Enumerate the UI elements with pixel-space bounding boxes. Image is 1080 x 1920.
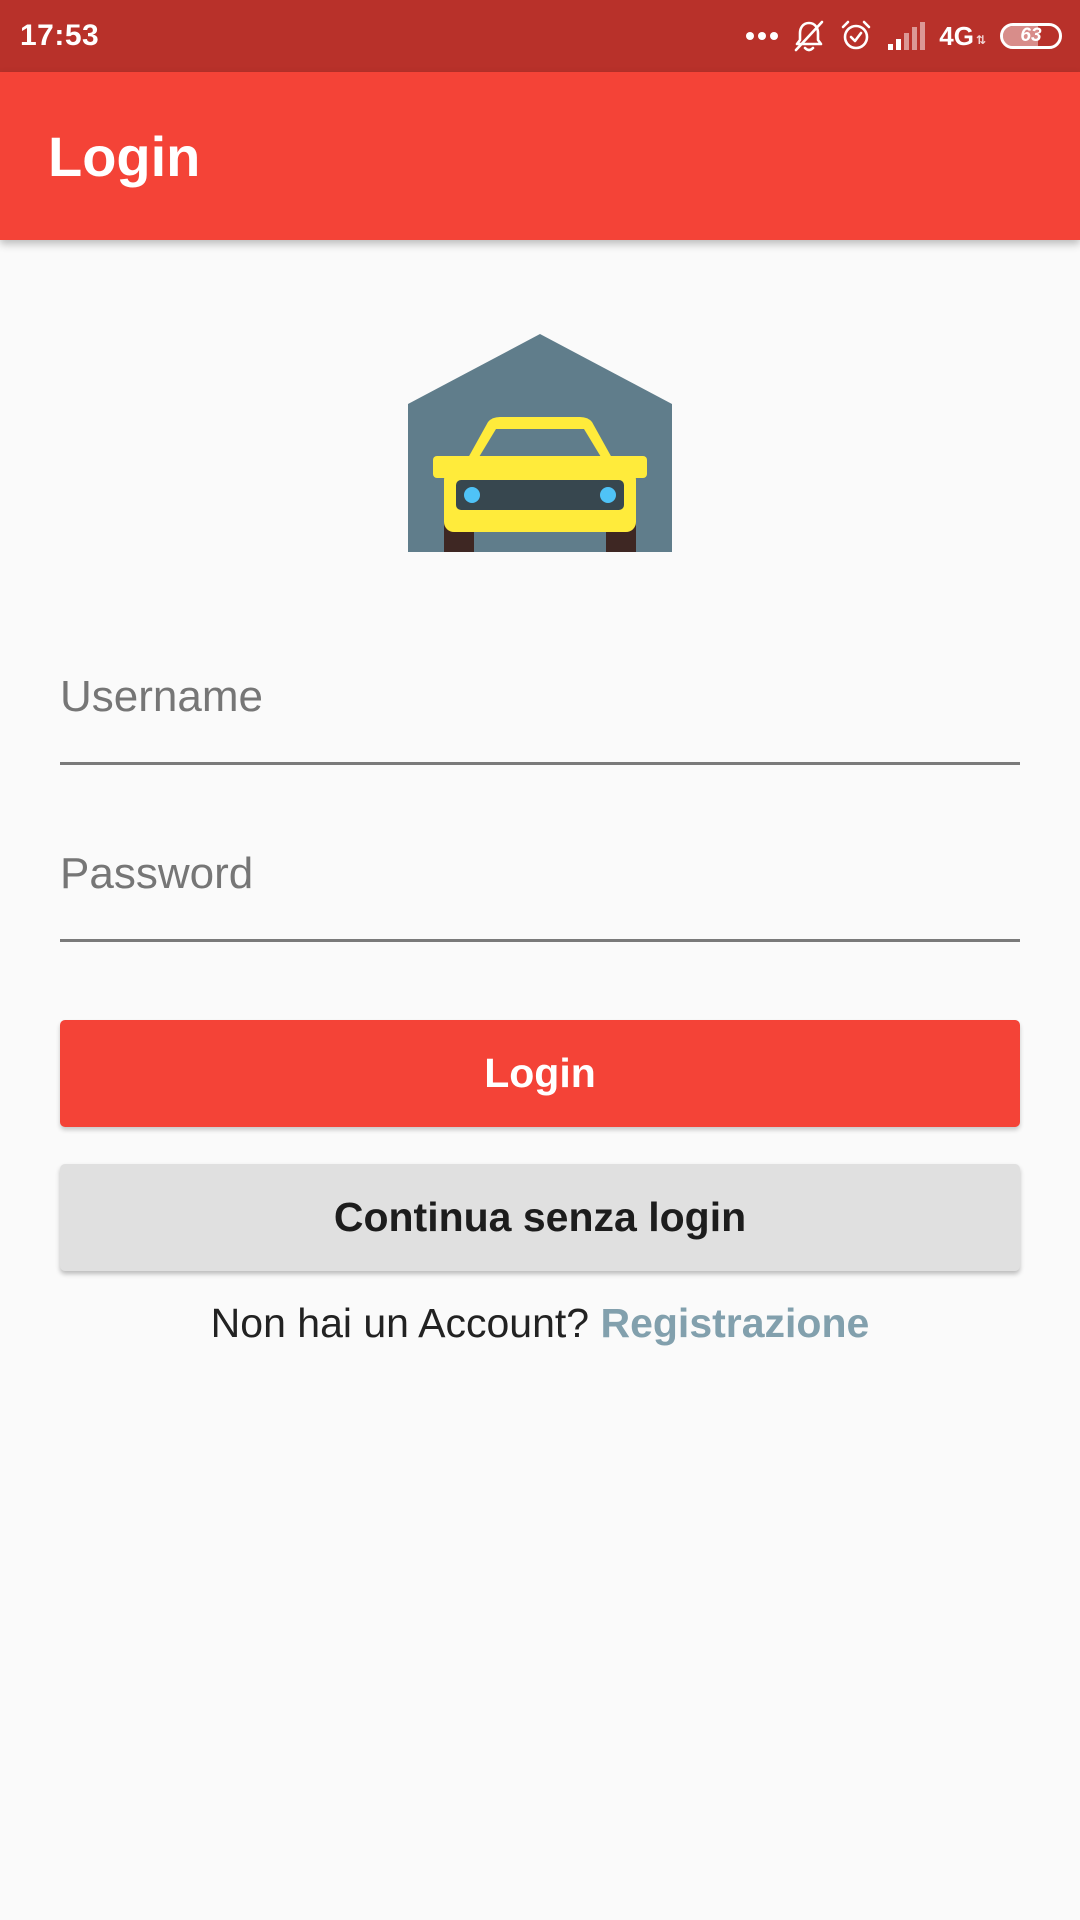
app-bar: Login [0, 72, 1080, 240]
garage-car-icon [408, 334, 672, 552]
signal-icon [887, 22, 926, 50]
register-row: Non hai un Account? Registrazione [0, 1300, 1080, 1347]
network-type: 4G ⇅ [939, 21, 986, 52]
login-button-label: Login [484, 1050, 596, 1096]
login-screen: 17:53 4G ⇅ 63 Login Username Login Conti… [0, 0, 1080, 1920]
username-input[interactable] [60, 645, 1020, 762]
continue-without-login-button[interactable]: Continua senza login [60, 1164, 1020, 1271]
password-input[interactable] [60, 822, 1020, 939]
login-button[interactable]: Login [60, 1020, 1020, 1127]
battery-icon: 63 [1000, 23, 1062, 49]
username-field[interactable] [60, 645, 1020, 765]
battery-level: 63 [1020, 25, 1042, 46]
register-link[interactable]: Registrazione [600, 1300, 869, 1346]
page-title: Login [48, 124, 201, 188]
data-arrows-icon: ⇅ [975, 32, 986, 47]
bell-off-icon [793, 19, 825, 53]
status-bar: 17:53 4G ⇅ 63 [0, 0, 1080, 72]
status-icons: 4G ⇅ 63 [745, 19, 1062, 53]
password-field[interactable] [60, 822, 1020, 942]
more-dots-icon [745, 31, 779, 41]
alarm-icon [839, 19, 873, 53]
continue-without-login-label: Continua senza login [333, 1194, 747, 1240]
register-prompt: Non hai un Account? [210, 1300, 590, 1346]
network-type-label: 4G [939, 20, 974, 51]
status-time: 17:53 [20, 19, 100, 52]
